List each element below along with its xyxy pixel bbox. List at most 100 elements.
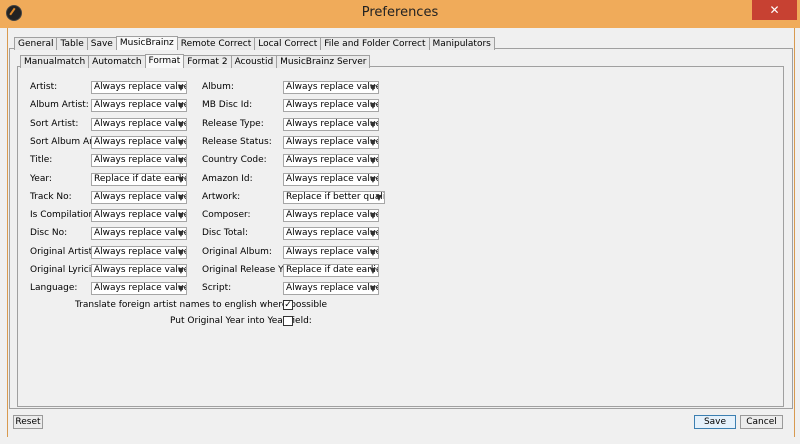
chevron-down-icon: ▼ xyxy=(177,247,184,257)
select-mb-disc-id[interactable]: Always replace values ▼ xyxy=(283,99,379,113)
subtab-format-2[interactable]: Format 2 xyxy=(183,55,232,68)
tab-musicbrainz[interactable]: MusicBrainz xyxy=(115,36,178,50)
subtab-automatch[interactable]: Automatch xyxy=(88,55,146,68)
select-original-album[interactable]: Always replace values ▼ xyxy=(283,245,379,259)
label-composer: Composer: xyxy=(202,210,251,221)
window-title: Preferences xyxy=(361,5,439,20)
select-value: Replace if better quality xyxy=(286,191,385,202)
select-value: Always replace values xyxy=(94,246,187,257)
chevron-down-icon: ▼ xyxy=(369,101,376,111)
select-track-no[interactable]: Always replace values ▼ xyxy=(91,190,187,204)
label-sort-artist: Sort Artist: xyxy=(30,118,79,129)
tab-remote-correct[interactable]: Remote Correct xyxy=(176,37,256,50)
select-value: Always replace values xyxy=(286,283,379,294)
select-value: Always replace values xyxy=(286,246,379,257)
subtab-musicbrainz-server[interactable]: MusicBrainz Server xyxy=(276,55,371,68)
select-sort-artist[interactable]: Always replace values ▼ xyxy=(91,117,187,131)
select-title[interactable]: Always replace values ▼ xyxy=(91,154,187,168)
translate-artist-checkbox[interactable]: ✓ xyxy=(283,300,293,310)
main-tab-bar: General Table Save MusicBrainz Remote Correc… xyxy=(14,36,495,50)
select-value: Always replace values xyxy=(94,82,187,92)
tab-manipulators[interactable]: Manipulators xyxy=(428,37,495,50)
chevron-down-icon: ▼ xyxy=(177,229,184,239)
subtab-format[interactable]: Format xyxy=(144,54,185,68)
select-language[interactable]: Always replace values ▼ xyxy=(91,282,187,296)
tab-general[interactable]: General xyxy=(14,37,58,50)
select-original-artist[interactable]: Always replace values ▼ xyxy=(91,245,187,259)
chevron-down-icon: ▼ xyxy=(369,137,376,147)
close-button[interactable]: ✕ xyxy=(752,0,797,20)
select-release-type[interactable]: Always replace values ▼ xyxy=(283,117,379,131)
label-amazon-id: Amazon Id: xyxy=(202,173,253,184)
select-value: Replace if date earlier xyxy=(286,265,379,275)
chevron-down-icon: ▼ xyxy=(177,284,184,294)
subtab-acoustid[interactable]: Acoustid xyxy=(230,55,278,68)
label-artist: Artist: xyxy=(30,82,58,92)
chevron-down-icon: ▼ xyxy=(177,101,184,111)
select-country-code[interactable]: Always replace values ▼ xyxy=(283,154,379,168)
chevron-down-icon: ▼ xyxy=(369,174,376,184)
chevron-down-icon: ▼ xyxy=(369,266,376,275)
label-release-type: Release Type: xyxy=(202,118,264,129)
label-script: Script: xyxy=(202,283,232,294)
select-value: Always replace values xyxy=(286,228,379,239)
select-value: Replace if date earlier xyxy=(94,173,187,184)
save-button[interactable]: Save xyxy=(694,415,736,429)
select-disc-no[interactable]: Always replace values ▼ xyxy=(91,227,187,241)
select-album-artist[interactable]: Always replace values ▼ xyxy=(91,99,187,113)
chevron-down-icon: ▼ xyxy=(369,83,376,92)
cancel-button[interactable]: Cancel xyxy=(740,415,783,429)
select-value: Always replace values xyxy=(94,191,187,202)
select-value: Always replace values xyxy=(286,173,379,184)
chevron-down-icon: ▼ xyxy=(369,247,376,257)
title-bar[interactable]: Preferences ✕ xyxy=(0,0,800,28)
label-artwork: Artwork: xyxy=(202,191,241,202)
chevron-down-icon: ▼ xyxy=(369,119,376,129)
sub-tab-bar: Manualmatch Automatch Format Format 2 Acoust… xyxy=(20,54,371,68)
select-album[interactable]: Always replace values ▼ xyxy=(283,81,379,94)
label-title: Title: xyxy=(30,155,53,166)
chevron-down-icon: ▼ xyxy=(177,266,184,275)
chevron-down-icon: ▼ xyxy=(369,156,376,166)
tab-file-and-folder-correct[interactable]: File and Folder Correct xyxy=(320,37,430,50)
select-year[interactable]: Replace if date earlier ▼ xyxy=(91,172,187,186)
select-composer[interactable]: Always replace values ▼ xyxy=(283,209,379,223)
select-is-compilation[interactable]: Always replace values ▼ xyxy=(91,209,187,223)
tab-save[interactable]: Save xyxy=(86,37,117,50)
reset-button[interactable]: Reset xyxy=(13,415,43,429)
select-value: Always replace values xyxy=(94,210,187,221)
select-value: Always replace values xyxy=(94,228,187,239)
label-disc-total: Disc Total: xyxy=(202,228,248,239)
select-sort-album-artist[interactable]: Always replace values ▼ xyxy=(91,135,187,149)
select-amazon-id[interactable]: Always replace values ▼ xyxy=(283,172,379,186)
select-artwork[interactable]: Replace if better quality ▼ xyxy=(283,190,385,204)
select-original-release-year[interactable]: Replace if date earlier ▼ xyxy=(283,264,379,277)
tab-table[interactable]: Table xyxy=(56,37,88,50)
chevron-down-icon: ▼ xyxy=(369,284,376,294)
chevron-down-icon: ▼ xyxy=(177,174,184,184)
select-value: Always replace values xyxy=(94,155,187,166)
select-value: Always replace values xyxy=(286,136,379,147)
original-year-checkbox[interactable] xyxy=(283,316,293,326)
subtab-manualmatch[interactable]: Manualmatch xyxy=(20,55,90,68)
label-original-album: Original Album: xyxy=(202,246,272,257)
label-mb-disc-id: MB Disc Id: xyxy=(202,100,253,111)
chevron-down-icon: ▼ xyxy=(177,119,184,129)
label-disc-no: Disc No: xyxy=(30,228,68,239)
label-track-no: Track No: xyxy=(30,191,72,202)
select-release-status[interactable]: Always replace values ▼ xyxy=(283,135,379,149)
chevron-down-icon: ▼ xyxy=(177,83,184,92)
label-original-artist: Original Artist: xyxy=(30,246,96,257)
tab-local-correct[interactable]: Local Correct xyxy=(254,37,322,50)
select-value: Always replace values xyxy=(286,155,379,166)
select-value: Always replace values xyxy=(94,283,187,294)
select-artist[interactable]: Always replace values ▼ xyxy=(91,81,187,94)
preferences-window: Preferences ✕ General Table Save MusicBrain… xyxy=(0,0,800,444)
select-disc-total[interactable]: Always replace values ▼ xyxy=(283,227,379,241)
label-release-status: Release Status: xyxy=(202,136,272,147)
chevron-down-icon: ▼ xyxy=(369,211,376,221)
select-value: Always replace values xyxy=(94,265,187,275)
select-value: Always replace values xyxy=(286,100,379,111)
select-script[interactable]: Always replace values ▼ xyxy=(283,282,379,296)
select-original-lyricist[interactable]: Always replace values ▼ xyxy=(91,264,187,277)
